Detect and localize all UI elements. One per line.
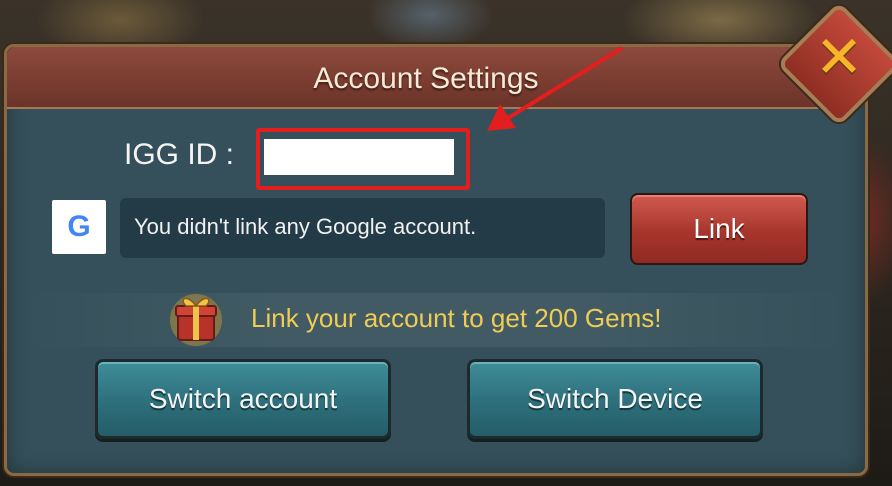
gift-box-icon <box>170 294 222 346</box>
switch-account-label: Switch account <box>148 383 338 414</box>
switch-device-button[interactable]: Switch Device <box>467 359 763 439</box>
google-link-status-field: You didn't link any Google account. <box>120 198 605 258</box>
promo-text: Link your account to get 200 Gems! <box>251 303 662 333</box>
google-link-status-text: You didn't link any Google account. <box>134 214 477 239</box>
google-icon-letter: G <box>67 210 91 243</box>
switch-device-label: Switch Device <box>527 383 703 414</box>
switch-account-button[interactable]: Switch account <box>95 359 391 439</box>
link-button-label: Link <box>693 213 745 244</box>
google-icon: G <box>52 200 106 254</box>
link-button[interactable]: Link <box>630 193 808 265</box>
